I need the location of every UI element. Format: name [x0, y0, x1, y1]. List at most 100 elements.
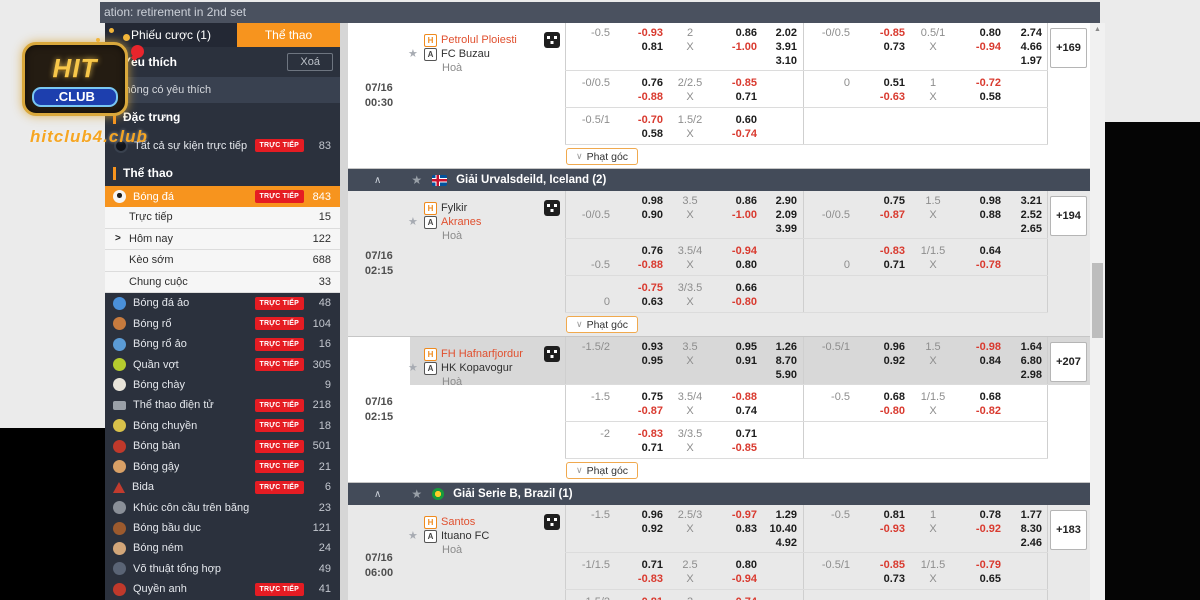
odds-value[interactable]: 4.66: [1007, 40, 1047, 54]
more-bets-button[interactable]: +183: [1050, 510, 1087, 550]
more-bets-button[interactable]: +169: [1050, 28, 1087, 68]
odds-value[interactable]: 0.91: [711, 354, 763, 368]
odds-value[interactable]: 2.65: [1007, 222, 1047, 236]
odds-value[interactable]: -0.75: [614, 281, 669, 295]
odds-value[interactable]: -0.63: [854, 90, 911, 104]
away-team-row[interactable]: ★AFC Buzau: [410, 48, 565, 61]
sidebar-item-7[interactable]: Bóng rổ ảoTRỰC TIẾP16: [105, 334, 340, 354]
odds-value[interactable]: -0.79: [955, 558, 1007, 572]
sidebar-item-18[interactable]: Võ thuật tổng hợp49: [105, 559, 340, 579]
favorite-star-icon[interactable]: ★: [408, 530, 418, 543]
odds-value[interactable]: 0.76: [614, 244, 669, 258]
odds-value[interactable]: 4.92: [763, 536, 802, 550]
odds-value[interactable]: 0.90: [614, 208, 669, 222]
star-icon[interactable]: ★: [411, 173, 422, 187]
odds-value[interactable]: -0.85: [854, 558, 911, 572]
odds-value[interactable]: -0.93: [854, 522, 911, 536]
odds-value[interactable]: -1.00: [711, 208, 763, 222]
sidebar-item-5[interactable]: Bóng đá ảoTRỰC TIẾP48: [105, 293, 340, 313]
sidebar-item-13[interactable]: Bóng gậyTRỰC TIẾP21: [105, 457, 340, 477]
odds-value[interactable]: -0.98: [955, 340, 1007, 354]
odds-value[interactable]: 0.78: [955, 508, 1007, 522]
odds-value[interactable]: -0.88: [711, 390, 763, 404]
odds-value[interactable]: -0.78: [955, 258, 1007, 272]
odds-value[interactable]: -1.00: [711, 40, 763, 54]
odds-value[interactable]: 8.30: [1007, 522, 1047, 536]
odds-value[interactable]: -0.83: [854, 244, 911, 258]
odds-value[interactable]: 0.95: [614, 354, 669, 368]
odds-value[interactable]: -0.74: [711, 127, 763, 141]
odds-value[interactable]: 6.80: [1007, 354, 1047, 368]
odds-value[interactable]: 3.10: [763, 54, 802, 68]
odds-value[interactable]: 0.84: [955, 354, 1007, 368]
odds-value[interactable]: 0.73: [854, 40, 911, 54]
odds-value[interactable]: 0.96: [614, 508, 669, 522]
odds-value[interactable]: -0.80: [711, 295, 763, 309]
odds-value[interactable]: 0.98: [614, 194, 669, 208]
odds-value[interactable]: 0.71: [614, 441, 669, 455]
home-team-row[interactable]: HPetrolul Ploiesti: [410, 34, 565, 47]
odds-value[interactable]: 2.52: [1007, 208, 1047, 222]
odds-value[interactable]: 0.88: [955, 208, 1007, 222]
odds-value[interactable]: -0.97: [711, 508, 763, 522]
odds-value[interactable]: 0.64: [955, 244, 1007, 258]
odds-value[interactable]: 0.74: [711, 404, 763, 418]
favorite-star-icon[interactable]: ★: [408, 48, 418, 61]
sidebar-item-15[interactable]: Khúc côn cầu trên băng23: [105, 497, 340, 517]
odds-value[interactable]: 0.92: [614, 522, 669, 536]
sidebar-item-17[interactable]: Bóng ném24: [105, 538, 340, 558]
away-team-row[interactable]: ★AItuano FC: [410, 530, 565, 543]
odds-value[interactable]: 0.58: [614, 127, 669, 141]
odds-value[interactable]: 0.73: [854, 572, 911, 586]
corner-kick-button[interactable]: ∨Phạt góc: [566, 316, 638, 333]
more-bets-button[interactable]: +207: [1050, 342, 1087, 382]
odds-value[interactable]: -0.70: [614, 113, 669, 127]
odds-value[interactable]: 2.02: [763, 26, 802, 40]
odds-value[interactable]: -0.81: [614, 595, 669, 600]
odds-value[interactable]: 0.71: [614, 558, 669, 572]
odds-value[interactable]: -0.87: [614, 404, 669, 418]
odds-value[interactable]: -0.92: [955, 522, 1007, 536]
odds-value[interactable]: 0.96: [854, 340, 911, 354]
odds-value[interactable]: 1.26: [763, 340, 802, 354]
home-team-row[interactable]: HFylkir: [410, 202, 565, 215]
odds-value[interactable]: -0.94: [955, 40, 1007, 54]
odds-value[interactable]: -0.85: [711, 441, 763, 455]
odds-value[interactable]: 2.98: [1007, 368, 1047, 382]
odds-value[interactable]: 0.75: [854, 194, 911, 208]
odds-value[interactable]: -0.80: [854, 404, 911, 418]
home-team-row[interactable]: HFH Hafnarfjordur: [410, 348, 565, 361]
statistics-icon[interactable]: [544, 514, 560, 530]
odds-value[interactable]: 0.98: [955, 194, 1007, 208]
sidebar-item-16[interactable]: Bóng bầu dục121: [105, 518, 340, 538]
scrollbar-thumb[interactable]: [1092, 263, 1103, 338]
odds-value[interactable]: 0.68: [854, 390, 911, 404]
odds-value[interactable]: -0.87: [854, 208, 911, 222]
away-team-row[interactable]: ★AHK Kopavogur: [410, 362, 565, 375]
scrollbar[interactable]: ▲: [1090, 23, 1105, 600]
home-team-row[interactable]: HSantos: [410, 516, 565, 529]
odds-value[interactable]: 0.68: [955, 390, 1007, 404]
sidebar-item-9[interactable]: Bóng chày9: [105, 375, 340, 395]
sidebar-item-12[interactable]: Bóng bànTRỰC TIẾP501: [105, 436, 340, 456]
odds-value[interactable]: 0.80: [711, 558, 763, 572]
odds-value[interactable]: 0.83: [711, 522, 763, 536]
odds-value[interactable]: 1.64: [1007, 340, 1047, 354]
sidebar-item-3[interactable]: Kèo sớm688: [105, 250, 340, 272]
odds-value[interactable]: -0.88: [614, 258, 669, 272]
odds-value[interactable]: 3.99: [763, 222, 802, 236]
scroll-up-arrow-icon[interactable]: ▲: [1090, 26, 1105, 33]
star-icon[interactable]: ★: [411, 487, 422, 501]
corner-kick-button[interactable]: ∨Phạt góc: [566, 148, 638, 165]
odds-value[interactable]: 5.90: [763, 368, 802, 382]
sidebar-item-2[interactable]: >Hôm nay122: [105, 229, 340, 251]
chevron-up-icon[interactable]: ∧: [374, 489, 381, 500]
odds-value[interactable]: 0.65: [955, 572, 1007, 586]
odds-value[interactable]: -0.83: [614, 427, 669, 441]
odds-value[interactable]: -0.94: [711, 572, 763, 586]
odds-value[interactable]: -0.72: [955, 76, 1007, 90]
away-team-row[interactable]: ★AAkranes: [410, 216, 565, 229]
statistics-icon[interactable]: [544, 200, 560, 216]
odds-value[interactable]: 0.81: [614, 40, 669, 54]
odds-value[interactable]: -0.74: [711, 595, 763, 600]
